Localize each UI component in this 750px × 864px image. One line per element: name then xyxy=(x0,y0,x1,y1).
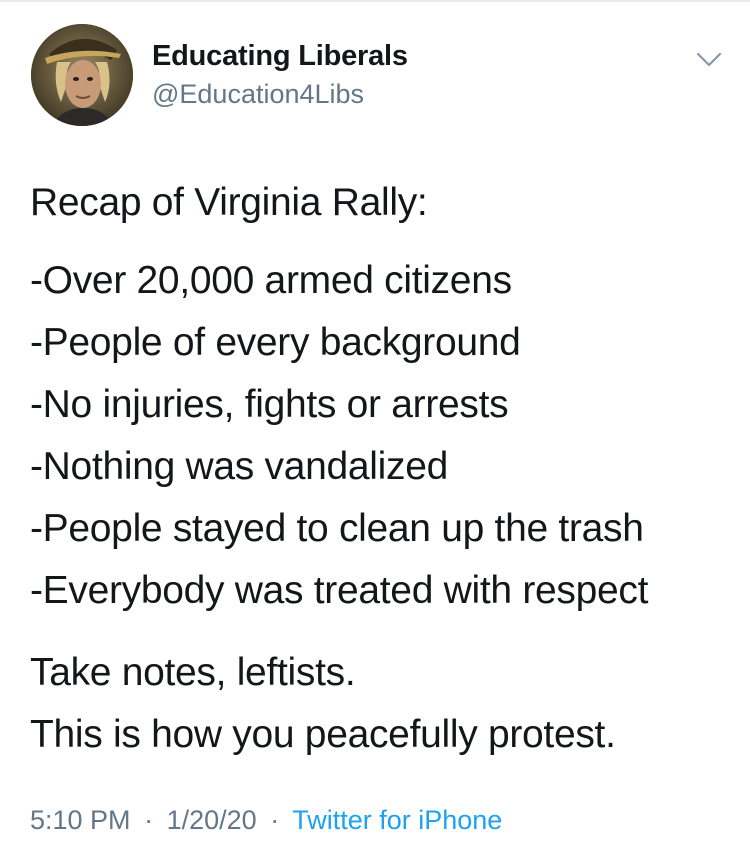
tweet-heading: Recap of Virginia Rally: xyxy=(30,181,428,224)
closing-line: Take notes, leftists. xyxy=(30,651,356,694)
top-divider xyxy=(0,0,750,2)
bullet-line: -Nothing was vandalized xyxy=(30,445,449,488)
tweet-date[interactable]: 1/20/20 xyxy=(167,805,257,835)
bullet-line: -Over 20,000 armed citizens xyxy=(30,259,512,302)
display-name[interactable]: Educating Liberals xyxy=(152,40,408,73)
bullet-line: -People stayed to clean up the trash xyxy=(30,507,644,550)
bullet-line: -No injuries, fights or arrests xyxy=(30,383,509,426)
avatar-image xyxy=(31,24,133,126)
meta-separator: · xyxy=(270,805,280,835)
tweet-meta: 5:10 PM · 1/20/20 · Twitter for iPhone xyxy=(30,805,502,836)
user-handle[interactable]: @Education4Libs xyxy=(152,79,364,110)
tweet-source-link[interactable]: Twitter for iPhone xyxy=(292,805,502,835)
tweet-text: Recap of Virginia Rally: xyxy=(30,172,428,234)
tweet-closing: Take notes, leftists. This is how you pe… xyxy=(30,642,616,766)
tweet-bullets: -Over 20,000 armed citizens -People of e… xyxy=(30,250,648,622)
chevron-down-icon[interactable] xyxy=(695,50,723,70)
meta-separator: · xyxy=(144,805,154,835)
closing-line: This is how you peacefully protest. xyxy=(30,713,616,756)
bullet-line: -People of every background xyxy=(30,321,521,364)
tweet-time[interactable]: 5:10 PM xyxy=(30,805,131,835)
tweet-card: Educating Liberals @Education4Libs Recap… xyxy=(0,0,750,864)
avatar[interactable] xyxy=(31,24,133,126)
bullet-line: -Everybody was treated with respect xyxy=(30,569,649,612)
